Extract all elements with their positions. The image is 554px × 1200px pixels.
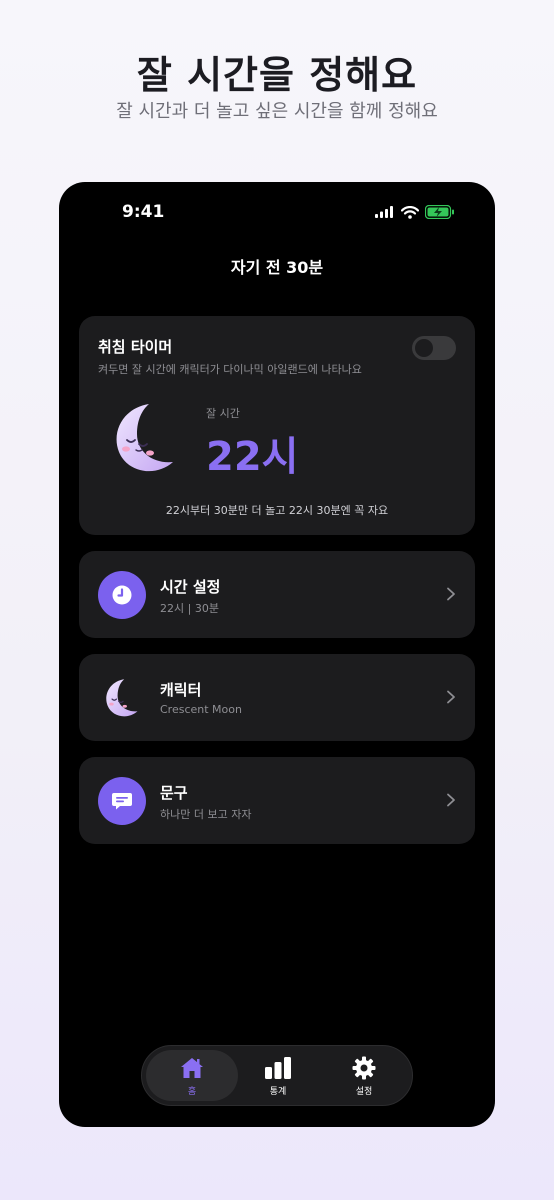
tab-icon-wrap	[232, 1056, 324, 1082]
moon-icon-badge	[98, 674, 146, 722]
menu-subtitle: Crescent Moon	[160, 703, 242, 716]
menu-subtitle: 하나만 더 보고 자자	[160, 808, 252, 821]
moon-character-icon	[116, 404, 173, 472]
phone-screen: 9:41 자기 전 30분 취침 타이머 켜두면 잘 시간에 캐릭터가 다이나믹…	[59, 182, 495, 1127]
menu-item-phrase[interactable]: 문구 하나만 더 보고 자자	[79, 757, 475, 844]
tab-icon-wrap	[318, 1056, 410, 1082]
sleep-time-value: 22시	[206, 434, 299, 480]
menu-title: 캐릭터	[160, 681, 202, 699]
sleep-time-label: 잘 시간	[206, 407, 240, 420]
message-icon	[112, 793, 132, 810]
tab-bar: 홈 통계 설정	[141, 1045, 413, 1106]
screen-title: 자기 전 30분	[230, 258, 324, 277]
menu-item-time-setting[interactable]: 시간 설정 22시 | 30분	[79, 551, 475, 638]
clock-icon-badge	[98, 571, 146, 619]
tab-label: 설정	[355, 1087, 373, 1097]
chevron-right-icon	[447, 793, 455, 807]
hero-subtitle: 잘 시간과 더 놀고 싶은 시간을 함께 정해요	[116, 101, 438, 122]
bar-chart-icon	[265, 1057, 291, 1079]
sleep-timer-card: 취침 타이머 켜두면 잘 시간에 캐릭터가 다이나믹 아일랜드에 나타나요 잘 …	[79, 316, 475, 535]
timer-title: 취침 타이머	[98, 338, 173, 356]
menu-subtitle: 22시 | 30분	[160, 602, 219, 615]
chevron-right-icon	[447, 690, 455, 704]
toggle-knob	[415, 339, 433, 357]
tab-label: 통계	[269, 1087, 287, 1097]
menu-item-character[interactable]: 캐릭터 Crescent Moon	[79, 654, 475, 741]
signal-icon	[375, 206, 393, 218]
tab-settings[interactable]: 설정	[318, 1050, 410, 1101]
menu-title: 문구	[160, 784, 188, 802]
timer-footer-text: 22시부터 30분만 더 놀고 22시 30분엔 꼭 자요	[165, 504, 389, 517]
home-icon	[181, 1058, 203, 1078]
menu-title: 시간 설정	[160, 578, 221, 596]
gear-icon	[352, 1056, 376, 1080]
tab-stats[interactable]: 통계	[232, 1050, 324, 1101]
timer-toggle[interactable]	[412, 336, 456, 360]
message-icon-badge	[98, 777, 146, 825]
battery-charging-icon	[425, 205, 454, 219]
tab-label: 홈	[187, 1087, 197, 1097]
chevron-right-icon	[447, 587, 455, 601]
status-time: 9:41	[122, 202, 165, 222]
clock-icon	[112, 585, 132, 605]
tab-icon-wrap	[146, 1056, 238, 1082]
status-icons	[375, 205, 455, 219]
status-bar: 9:41	[59, 202, 495, 226]
tab-home[interactable]: 홈	[146, 1050, 238, 1101]
moon-icon	[106, 679, 138, 717]
hero-title: 잘 시간을 정해요	[136, 53, 418, 97]
wifi-icon	[401, 205, 419, 219]
timer-description: 켜두면 잘 시간에 캐릭터가 다이나믹 아일랜드에 나타나요	[98, 363, 362, 376]
